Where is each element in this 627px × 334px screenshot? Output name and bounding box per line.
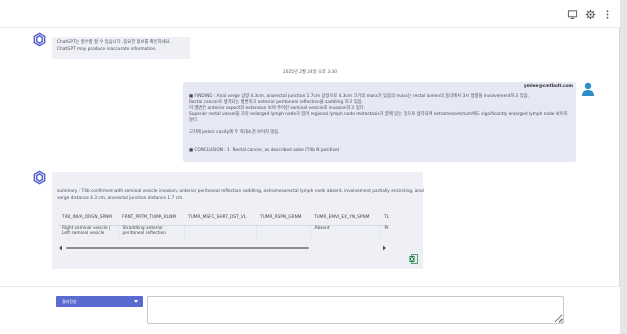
column-header: TUMR_RSPN_GRNM [256,211,310,226]
notice-line-2: ChatGPT may produce inaccurate informati… [57,47,157,52]
result-table: T4B_INVA_ORGN_SPNM FRNT_PRTM_TUMR_RLNM T… [58,211,415,239]
user-message-line: Superior rectal vessel을 가라 enlarged lymp… [189,112,568,123]
notice-bubble: ChatGPT는 잘수할 할 수 있습니다. 중요한 정보를 확인하세요. Ch… [52,37,190,59]
monitor-icon[interactable] [567,9,578,20]
column-header: FRNT_PRTM_TUMR_RLNM [118,211,184,226]
summary-line-1: summary : T4b confirmed with seminal ves… [57,189,424,194]
chat-page: ChatGPT는 잘수할 할 수 있습니다. 중요한 정보를 확인하세요. Ch… [0,0,627,334]
gear-icon[interactable] [585,9,596,20]
send-type-select[interactable]: 결과전송 [56,296,143,307]
send-type-label: 결과전송 [62,299,77,304]
bot-avatar-icon [33,32,46,47]
column-header: T4B_INVA_ORGN_SPNM [58,211,118,226]
column-header: TUMR_EMVI_EX_YN_SPNM [310,211,380,226]
scroll-right-arrow-icon[interactable] [382,245,387,251]
excel-download-icon[interactable] [409,254,418,264]
table-header-row: T4B_INVA_ORGN_SPNM FRNT_PRTM_TUMR_RLNM T… [58,211,415,226]
chevron-down-icon [134,300,138,303]
user-message-line: 고치에 pelvic cavity에 두 축대소견 보이지 않음. [189,130,280,135]
chat-window: ChatGPT는 잘수할 할 수 있습니다. 중요한 정보를 확인하세요. Ch… [0,0,620,334]
user-avatar-icon [582,82,594,96]
top-bar [0,0,620,28]
message-input[interactable] [147,296,564,324]
table-cell [256,225,311,239]
table-overflow-mask [389,205,423,245]
table-cell: Absent [310,225,381,239]
bot-avatar-icon [33,170,46,185]
scroll-left-arrow-icon[interactable] [58,245,63,251]
column-header: TUMR_MSFC_SHRT_DST_VL [184,211,256,226]
table-cell: Right seminal vesicle | Left seminal ves… [58,225,119,239]
user-email: ymlee@cmtbolt.com [523,84,573,89]
table-cell [184,225,257,239]
scrollbar-thumb[interactable] [66,247,309,249]
summary-line-2: verge distance 4.3 cm, anorectal junctio… [57,196,184,201]
resize-handle-icon[interactable] [558,318,563,323]
user-message-conclusion: ■ CONCLUSION : 1. Rectal cancer, as desc… [189,148,340,153]
message-timestamp: 2025년 2월 24일 오후 3:30 [282,70,337,75]
window-right-edge [620,0,627,334]
table-row: Right seminal vesicle | Left seminal ves… [58,225,415,239]
more-options-icon[interactable] [602,9,613,20]
table-cell: Straddling anterior peritoneal reflectio… [118,225,185,239]
notice-line-1: ChatGPT는 잘수할 할 수 있습니다. 중요한 정보를 확인하세요. [57,40,171,45]
user-message-bubble: ymlee@cmtbolt.com ■ FINDING : Anal verge… [183,82,576,162]
